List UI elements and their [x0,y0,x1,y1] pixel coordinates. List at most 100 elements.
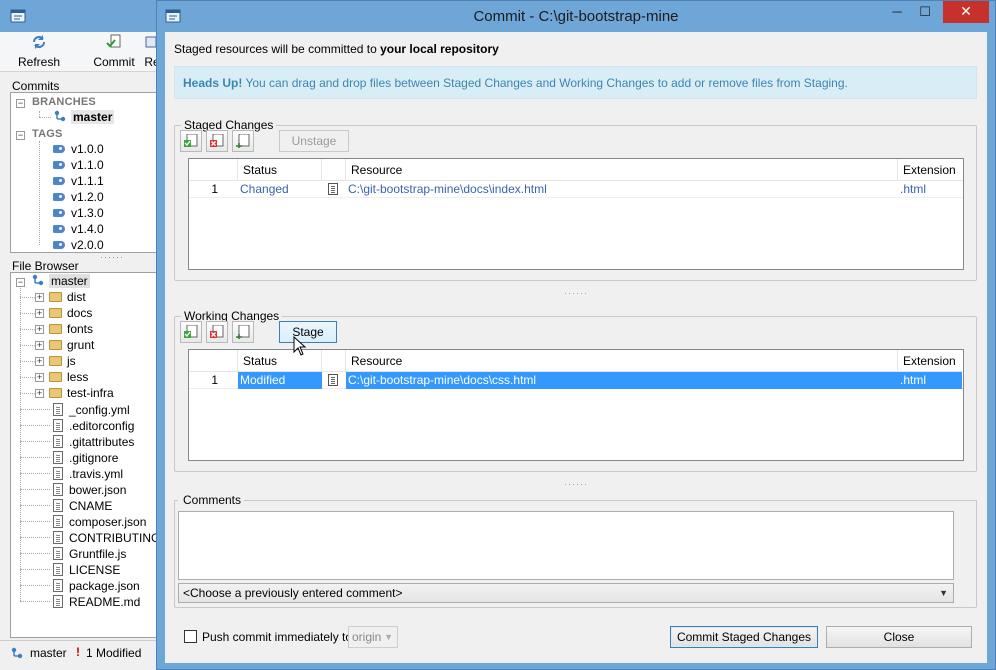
working-comments-splitter[interactable]: ······ [165,479,987,489]
file-item[interactable]: .gitignore [53,449,118,465]
file-icon [53,435,63,448]
branches-collapse-toggle[interactable]: − [16,99,25,108]
maximize-icon: ☐ [919,4,931,19]
file-item[interactable]: .gitattributes [53,433,134,449]
file-item[interactable]: composer.json [53,513,146,529]
header-extension[interactable]: Extension [898,159,963,181]
commit-dialog: Commit - C:\git-bootstrap-mine ─ ☐ ✕ Sta… [156,0,996,670]
folder-expand-toggle[interactable]: + [35,309,44,318]
file-item[interactable]: CONTRIBUTING.m [53,529,159,545]
working-toggle-selection-button[interactable] [232,321,254,343]
folder-item[interactable]: fonts [49,321,93,337]
file-item[interactable]: package.json [53,577,140,593]
push-commit-checkbox[interactable] [184,630,197,643]
file-icon [53,547,63,560]
staged-toggle-selection-button[interactable] [232,130,254,152]
staged-deselect-all-button[interactable] [206,130,228,152]
folder-item[interactable]: dist [49,289,86,305]
tag-item[interactable]: v1.2.0 [41,189,104,205]
tag-item[interactable]: v2.0.0 [41,237,104,252]
file-item[interactable]: .editorconfig [53,417,134,433]
working-deselect-all-button[interactable] [206,321,228,343]
tags-collapse-toggle[interactable]: − [16,131,25,140]
file-item[interactable]: CNAME [53,497,112,513]
tag-icon [53,209,65,217]
close-button[interactable]: Close [826,626,972,648]
tag-item[interactable]: v1.1.1 [41,173,104,189]
app-titlebar [0,0,159,32]
folder-expand-toggle[interactable]: + [35,293,44,302]
working-select-all-button[interactable] [180,321,202,343]
row-status: Modified [238,372,322,389]
row-resource: C:\git-bootstrap-mine\docs\index.html [348,182,547,196]
folder-item[interactable]: less [49,369,88,385]
header-extension[interactable]: Extension [898,350,963,372]
folder-expand-toggle[interactable]: + [35,341,44,350]
file-item[interactable]: README.md [53,593,140,609]
folder-expand-toggle[interactable]: + [35,357,44,366]
staged-working-splitter[interactable]: ······ [165,288,987,298]
commits-tree: − BRANCHES master − TAGS v1.0.0 v1.1.0 v… [10,92,160,253]
commit-staged-changes-button[interactable]: Commit Staged Changes [670,626,818,648]
header-resource[interactable]: Resource [346,350,898,372]
tag-icon [53,145,65,153]
tag-item[interactable]: v1.0.0 [41,141,104,157]
folder-expand-toggle[interactable]: + [35,325,44,334]
folder-item[interactable]: test-infra [49,385,114,401]
refresh-label: Refresh [17,55,61,69]
previous-comments-select[interactable]: <Choose a previously entered comment> ▼ [178,583,954,603]
header-row-number [189,159,238,181]
tag-icon [53,193,65,201]
folder-expand-toggle[interactable]: + [35,389,44,398]
tag-item[interactable]: v1.1.0 [41,157,104,173]
file-icon [53,595,63,608]
file-icon [53,499,63,512]
remote-select[interactable]: origin ▼ [348,626,398,648]
file-item[interactable]: LICENSE [53,561,120,577]
staged-select-all-button[interactable] [180,130,202,152]
table-row[interactable]: 1 Changed C:\git-bootstrap-mine\docs\ind… [189,181,963,198]
file-browser-title: File Browser [12,259,79,273]
branches-label: BRANCHES [32,96,96,108]
branch-icon [32,274,44,286]
file-browser-tree: − master + dist + docs + fonts + grunt + js + less +… [10,272,160,638]
folder-item[interactable]: js [49,353,76,369]
folder-icon [49,340,62,350]
file-item[interactable]: bower.json [53,481,126,497]
commit-toolbar-button[interactable]: Commit [92,34,136,69]
root-collapse-toggle[interactable]: − [16,278,25,287]
staged-changes-table[interactable]: Status Resource Extension 1 Changed C:\g… [188,158,964,270]
minimize-button[interactable]: ─ [883,1,911,23]
file-icon [53,483,63,496]
maximize-button[interactable]: ☐ [911,1,939,23]
file-item[interactable]: Gruntfile.js [53,545,126,561]
file-item[interactable]: _config.yml [53,401,130,417]
unstage-button[interactable]: Unstage [279,130,349,152]
push-commit-label: Push commit immediately to: [202,630,356,644]
row-resource: C:\git-bootstrap-mine\docs\css.html [346,372,898,389]
file-icon [328,374,338,386]
folder-item[interactable]: grunt [49,337,94,353]
stage-button[interactable]: Stage [279,321,337,343]
row-number: 1 [211,182,218,196]
comment-input[interactable] [178,511,954,580]
header-status[interactable]: Status [238,350,322,372]
refresh-button[interactable]: Refresh [16,34,62,69]
file-item[interactable]: .travis.yml [53,465,123,481]
table-row[interactable]: 1 Modified C:\git-bootstrap-mine\docs\cs… [189,372,963,389]
dialog-titlebar[interactable]: Commit - C:\git-bootstrap-mine ─ ☐ ✕ [157,1,995,32]
panel-splitter[interactable]: ······ [100,252,124,262]
header-row-number [189,350,238,372]
file-browser-root[interactable]: master [31,273,90,289]
close-window-button[interactable]: ✕ [943,1,989,23]
working-changes-table[interactable]: Status Resource Extension 1 Modified C:\… [188,349,964,461]
tag-item[interactable]: v1.3.0 [41,205,104,221]
comments-frame-top [244,500,977,501]
tag-item[interactable]: v1.4.0 [41,221,104,237]
invert-selection-icon [236,134,250,148]
folder-expand-toggle[interactable]: + [35,373,44,382]
header-status[interactable]: Status [238,159,322,181]
branch-item-master[interactable]: master [53,109,115,125]
header-resource[interactable]: Resource [346,159,898,181]
folder-item[interactable]: docs [49,305,92,321]
